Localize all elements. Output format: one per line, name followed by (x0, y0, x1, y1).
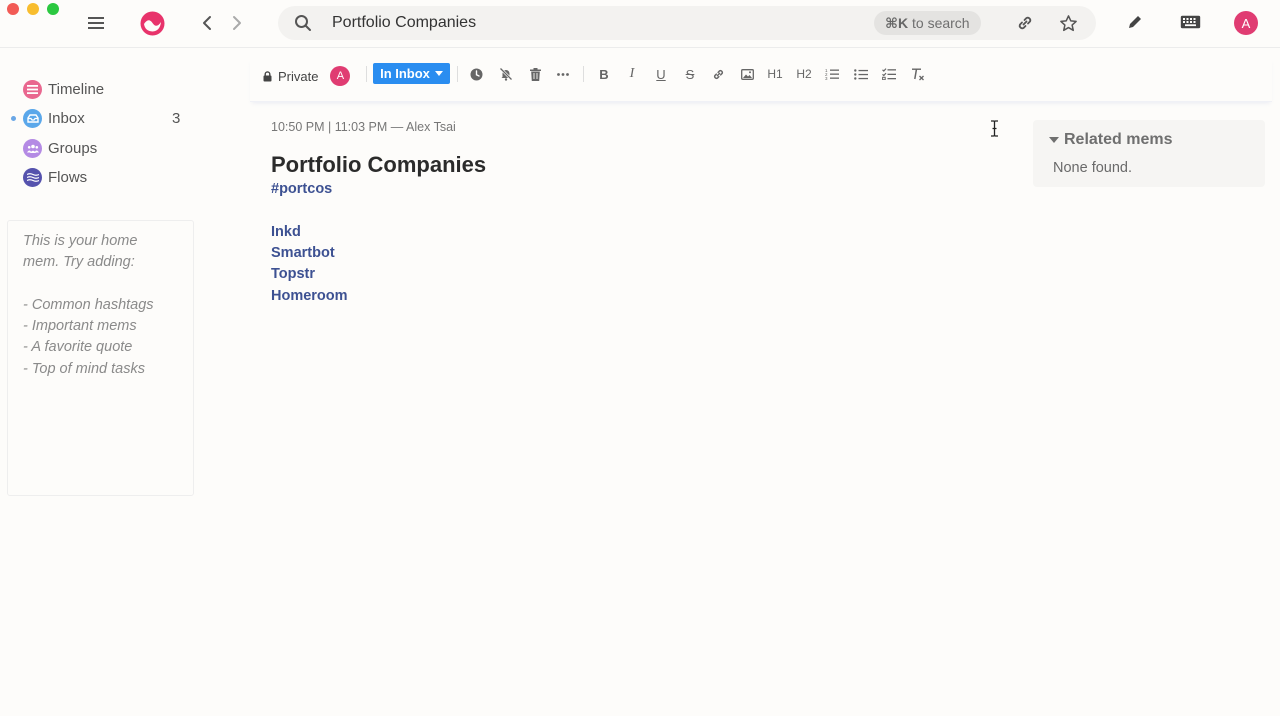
strikethrough-icon[interactable]: S (681, 65, 699, 83)
company-link[interactable]: Homeroom (271, 288, 348, 304)
in-inbox-label: In Inbox (380, 66, 430, 81)
close-window-button[interactable] (7, 3, 19, 15)
sidebar-item-groups[interactable]: Groups (0, 135, 200, 161)
privacy-toggle[interactable]: Private A (263, 66, 351, 86)
toolbar-divider (366, 66, 367, 82)
company-link[interactable]: Inkd (271, 224, 301, 240)
sidebar-item-flows[interactable]: Flows (0, 164, 200, 190)
image-icon[interactable] (738, 65, 756, 83)
mem-meta-timestamp: 10:50 PM | 11:03 PM — Alex Tsai (271, 120, 456, 134)
compose-pencil-icon[interactable] (1125, 12, 1145, 32)
keyboard-icon[interactable] (1179, 12, 1201, 32)
search-shortcut-hint: ⌘K to search (874, 11, 981, 35)
related-mems-toggle[interactable]: Related mems (1049, 131, 1173, 149)
sidebar-item-label: Inbox (48, 109, 85, 127)
minimize-window-button[interactable] (27, 3, 39, 15)
heading-2-icon[interactable]: H2 (795, 65, 813, 83)
inbox-count-badge: 3 (172, 109, 181, 127)
shortcut-key: ⌘K (885, 15, 909, 31)
flows-icon (23, 167, 42, 187)
underline-icon[interactable]: U (652, 65, 670, 83)
mem-title[interactable]: Portfolio Companies (271, 152, 486, 178)
ordered-list-icon[interactable]: 123 (823, 65, 841, 83)
user-avatar[interactable]: A (1234, 11, 1258, 35)
star-icon[interactable] (1058, 13, 1078, 33)
clock-icon[interactable] (467, 65, 485, 83)
window-controls (7, 3, 59, 15)
bold-icon[interactable]: B (595, 65, 613, 83)
italic-icon[interactable]: I (623, 65, 641, 83)
in-inbox-button[interactable]: In Inbox (373, 63, 450, 84)
search-bar[interactable]: ⌘K to search (278, 6, 1096, 40)
hamburger-menu-icon[interactable] (86, 13, 106, 33)
groups-icon (23, 138, 42, 158)
checklist-icon[interactable] (880, 65, 898, 83)
toolbar-divider (457, 66, 458, 82)
sidebar-item-timeline[interactable]: Timeline (0, 76, 200, 102)
top-bar: ⌘K to search A (0, 0, 1280, 48)
shortcut-label: to search (908, 15, 970, 31)
heading-1-icon[interactable]: H1 (766, 65, 784, 83)
snooze-off-icon[interactable] (497, 65, 515, 83)
hashtag-link[interactable]: #portcos (271, 181, 332, 197)
company-link[interactable]: Smartbot (271, 245, 335, 261)
related-mems-panel: Related mems None found. (1033, 120, 1265, 187)
inbox-icon (23, 108, 42, 128)
sidebar-item-inbox[interactable]: Inbox 3 (0, 105, 200, 131)
chevron-down-icon (434, 71, 443, 76)
more-icon[interactable] (554, 65, 572, 83)
timeline-icon (23, 79, 42, 99)
sidebar-item-label: Timeline (48, 80, 105, 98)
clear-format-icon[interactable] (909, 65, 927, 83)
unread-dot (11, 115, 16, 121)
italic-glyph: I (629, 66, 635, 81)
home-mem-text[interactable]: This is your home mem. Try adding: - Com… (23, 231, 178, 380)
h1-glyph: H1 (767, 67, 783, 81)
h2-glyph: H2 (796, 67, 812, 81)
related-mems-empty: None found. (1053, 160, 1133, 176)
svg-text:3: 3 (825, 76, 828, 80)
forward-arrow-icon[interactable] (228, 13, 246, 33)
home-mem-card[interactable]: This is your home mem. Try adding: - Com… (7, 220, 194, 496)
sidebar-item-label: Flows (48, 168, 88, 186)
bullet-list-icon[interactable] (852, 65, 870, 83)
bold-glyph: B (599, 66, 609, 82)
caret-down-icon (1049, 136, 1059, 143)
toolbar-divider (583, 66, 584, 82)
strike-glyph: S (685, 66, 695, 82)
insert-link-icon[interactable] (709, 65, 727, 83)
trash-icon[interactable] (526, 65, 544, 83)
mem-logo-icon[interactable] (139, 10, 165, 36)
owner-avatar[interactable]: A (330, 66, 351, 86)
editor-toolbar: Private A In Inbox B I U S H1 H2 123 (250, 58, 1272, 102)
search-input[interactable] (332, 13, 852, 33)
sidebar-item-label: Groups (48, 139, 98, 157)
search-icon (294, 14, 312, 32)
related-mems-heading: Related mems (1064, 131, 1173, 148)
underline-glyph: U (656, 66, 666, 82)
lock-icon (263, 70, 272, 81)
company-link[interactable]: Topstr (271, 266, 315, 282)
text-cursor-icon (989, 120, 1000, 142)
privacy-label: Private (278, 68, 319, 84)
maximize-window-button[interactable] (47, 3, 59, 15)
link-icon[interactable] (1016, 14, 1034, 32)
back-arrow-icon[interactable] (198, 13, 216, 33)
